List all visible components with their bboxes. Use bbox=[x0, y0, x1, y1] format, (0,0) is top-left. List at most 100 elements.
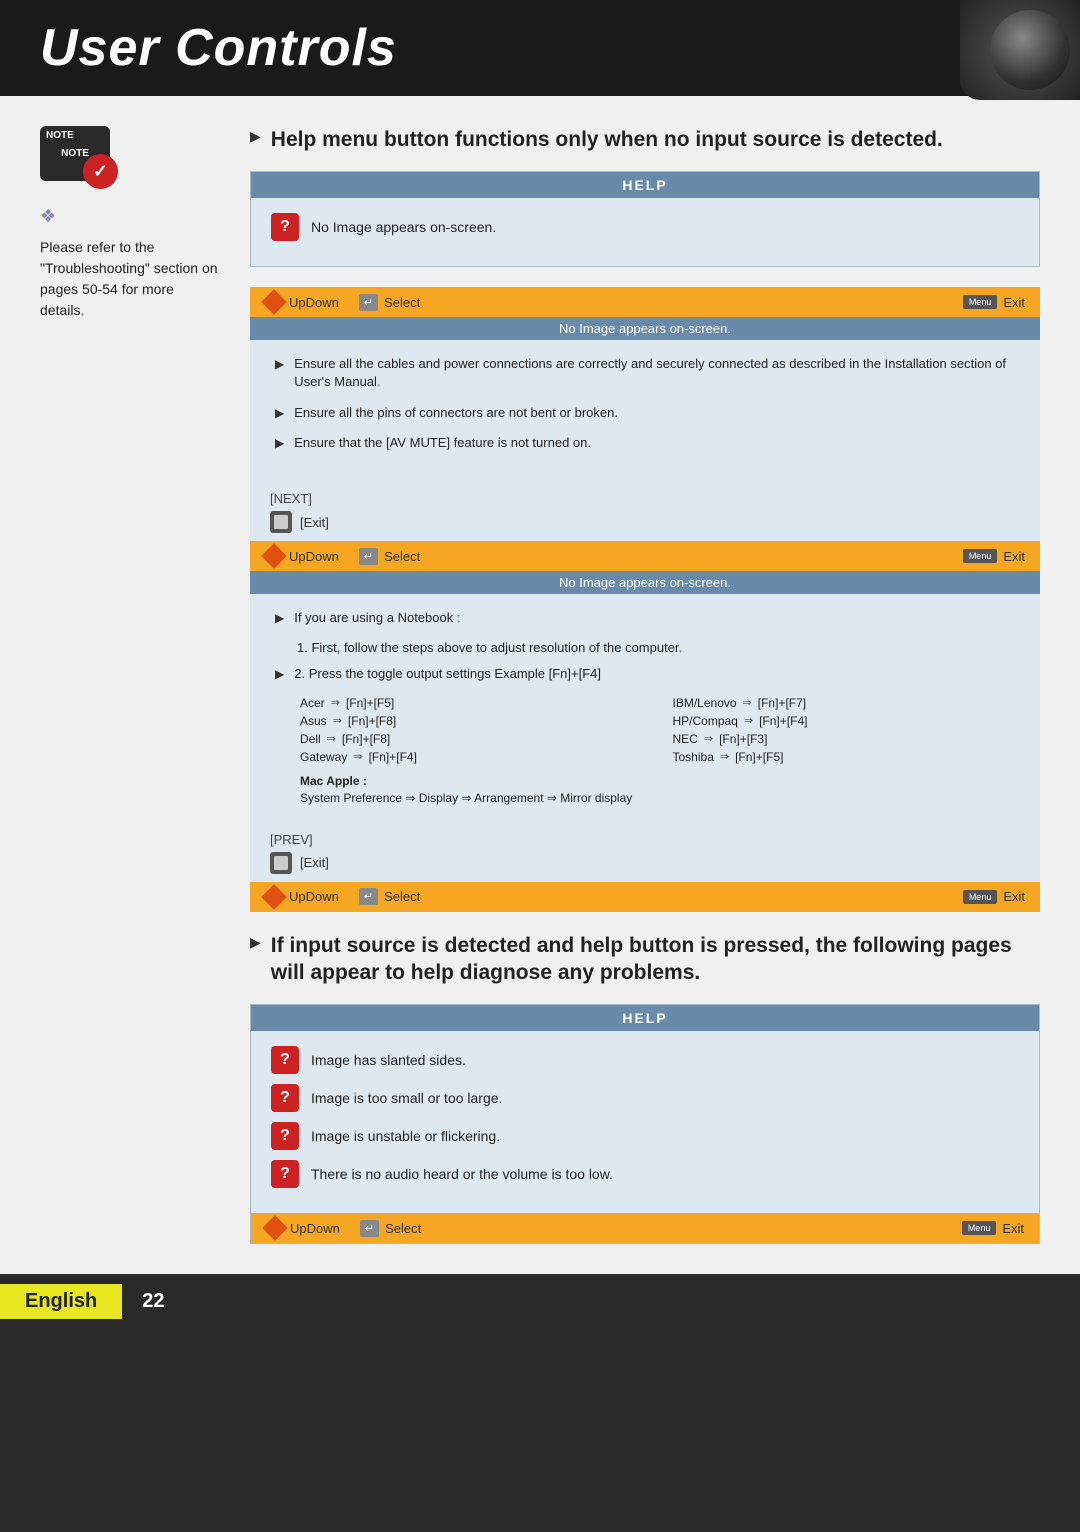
section2-intro: ▶ If input source is detected and help b… bbox=[250, 932, 1040, 987]
bullet-arrow-icon-2: ▶ bbox=[250, 934, 261, 951]
content-bullet-2: ▶ Ensure all the pins of connectors are … bbox=[275, 404, 1015, 422]
help-item-text-audio: There is no audio heard or the volume is… bbox=[311, 1166, 613, 1182]
nav-bar-3: UpDown ↵ Select Menu Exit bbox=[250, 882, 1040, 912]
brand-row-acer: Acer ⇒ [Fn]+[F5] bbox=[300, 696, 643, 710]
status-bar-1: No Image appears on-screen. bbox=[250, 317, 1040, 340]
brands-table: Acer ⇒ [Fn]+[F5] IBM/Lenovo ⇒ [Fn]+[F7] … bbox=[300, 696, 1015, 764]
mac-apple-section: Mac Apple : System Preference ⇒ Display … bbox=[300, 774, 1015, 805]
help-item-size: ? Image is too small or too large. bbox=[271, 1084, 1019, 1112]
page-title: User Controls bbox=[40, 18, 1040, 78]
nav-select-label-4: Select bbox=[385, 1221, 421, 1236]
note-icon: NOTE bbox=[40, 126, 110, 181]
brand-key-asus: [Fn]+[F8] bbox=[348, 714, 396, 728]
nav-updown-3: UpDown bbox=[265, 888, 339, 906]
mac-preference-text: System Preference ⇒ Display ⇒ Arrangemen… bbox=[300, 791, 1015, 805]
note-box: NOTE ❖ Please refer to the "Troubleshoot… bbox=[40, 126, 220, 321]
brand-key-gateway: [Fn]+[F4] bbox=[369, 750, 417, 764]
exit-row-2: [Exit] bbox=[270, 852, 1020, 874]
next-label-1: [NEXT] bbox=[270, 491, 1020, 506]
nav-updown-4: UpDown bbox=[266, 1219, 340, 1237]
help-header-1: HELP bbox=[251, 172, 1039, 198]
nav-exit-label-4: Exit bbox=[1002, 1221, 1024, 1236]
nav-select-1[interactable]: ↵ Select bbox=[359, 294, 420, 311]
content-text-3: Ensure that the [AV MUTE] feature is not… bbox=[294, 434, 591, 452]
brand-name-ibm: IBM/Lenovo bbox=[673, 696, 737, 710]
brand-key-hp: [Fn]+[F4] bbox=[759, 714, 807, 728]
nav-select-4[interactable]: ↵ Select bbox=[360, 1220, 421, 1237]
nav-updown-label-3: UpDown bbox=[289, 889, 339, 904]
page-header: User Controls bbox=[0, 0, 1080, 96]
brand-name-asus: Asus bbox=[300, 714, 327, 728]
content-arrow-1: ▶ bbox=[275, 357, 284, 371]
mac-apple-label: Mac Apple : bbox=[300, 774, 1015, 788]
help-panel-2: HELP ? Image has slanted sides. ? Image … bbox=[250, 1004, 1040, 1244]
content-bullet-notebook-1: ▶ If you are using a Notebook : bbox=[275, 609, 1015, 627]
brand-row-hp: HP/Compaq ⇒ [Fn]+[F4] bbox=[673, 714, 1016, 728]
nav-bar-4: UpDown ↵ Select Menu Exit bbox=[251, 1213, 1039, 1243]
brand-arrow-ibm: ⇒ bbox=[743, 696, 752, 709]
note-label: NOTE bbox=[61, 148, 89, 159]
page-footer: English 22 bbox=[0, 1274, 1080, 1329]
camera-lens bbox=[990, 10, 1070, 90]
brand-arrow-asus: ⇒ bbox=[333, 714, 342, 727]
brand-key-toshiba: [Fn]+[F5] bbox=[735, 750, 783, 764]
nav-menu-btn-4: Menu bbox=[962, 1221, 997, 1235]
help-panel-1: HELP ? No Image appears on-screen. bbox=[250, 171, 1040, 267]
content-text-notebook-2: 2. Press the toggle output settings Exam… bbox=[294, 665, 601, 683]
help-item-text-1: No Image appears on-screen. bbox=[311, 219, 496, 235]
help-q-icon-size: ? bbox=[271, 1084, 299, 1112]
nav-exit-2: Menu Exit bbox=[963, 549, 1025, 564]
section2-intro-text: If input source is detected and help but… bbox=[271, 932, 1040, 987]
exit-label-2: [Exit] bbox=[300, 855, 329, 870]
brand-arrow-gateway: ⇒ bbox=[353, 750, 362, 763]
nav-exit-3: Menu Exit bbox=[963, 889, 1025, 904]
brand-key-acer: [Fn]+[F5] bbox=[346, 696, 394, 710]
nav-select-2[interactable]: ↵ Select bbox=[359, 548, 420, 565]
exit-icon-inner-2 bbox=[274, 856, 288, 870]
brand-arrow-toshiba: ⇒ bbox=[720, 750, 729, 763]
nav-enter-icon-3: ↵ bbox=[359, 888, 378, 905]
help-item-text-slanted: Image has slanted sides. bbox=[311, 1052, 466, 1068]
help-body-2: ? Image has slanted sides. ? Image is to… bbox=[251, 1031, 1039, 1213]
exit-icon-inner-1 bbox=[274, 515, 288, 529]
help-q-icon-unstable: ? bbox=[271, 1122, 299, 1150]
camera-decoration bbox=[960, 0, 1080, 100]
footer-language: English bbox=[0, 1284, 122, 1319]
brand-row-nec: NEC ⇒ [Fn]+[F3] bbox=[673, 732, 1016, 746]
help-item-audio: ? There is no audio heard or the volume … bbox=[271, 1160, 1019, 1188]
nav-bar-2: UpDown ↵ Select Menu Exit bbox=[250, 541, 1040, 571]
nav-select-label-1: Select bbox=[384, 295, 420, 310]
nav-exit-1: Menu Exit bbox=[963, 295, 1025, 310]
content-text-notebook-step1: 1. First, follow the steps above to adju… bbox=[297, 639, 1015, 657]
next-exit-section-1: [NEXT] [Exit] bbox=[250, 479, 1040, 541]
brand-row-ibm: IBM/Lenovo ⇒ [Fn]+[F7] bbox=[673, 696, 1016, 710]
help-q-icon-1: ? bbox=[271, 213, 299, 241]
section1-intro-text: Help menu button functions only when no … bbox=[271, 126, 943, 153]
nav-enter-icon-4: ↵ bbox=[360, 1220, 379, 1237]
nav-updown-label-4: UpDown bbox=[290, 1221, 340, 1236]
nav-bar-1: UpDown ↵ Select Menu Exit bbox=[250, 287, 1040, 317]
brand-name-nec: NEC bbox=[673, 732, 698, 746]
brand-row-asus: Asus ⇒ [Fn]+[F8] bbox=[300, 714, 643, 728]
brand-name-acer: Acer bbox=[300, 696, 325, 710]
brand-row-toshiba: Toshiba ⇒ [Fn]+[F5] bbox=[673, 750, 1016, 764]
help-item-text-size: Image is too small or too large. bbox=[311, 1090, 502, 1106]
brand-arrow-nec: ⇒ bbox=[704, 732, 713, 745]
content-arrow-3: ▶ bbox=[275, 436, 284, 450]
section1-intro: ▶ Help menu button functions only when n… bbox=[250, 126, 1040, 153]
content-text-2: Ensure all the pins of connectors are no… bbox=[294, 404, 618, 422]
exit-row-1: [Exit] bbox=[270, 511, 1020, 533]
nav-updown-2: UpDown bbox=[265, 547, 339, 565]
nav-updown-label-2: UpDown bbox=[289, 549, 339, 564]
footer-page-number: 22 bbox=[122, 1282, 184, 1321]
right-content: ▶ Help menu button functions only when n… bbox=[250, 126, 1040, 1244]
brand-key-dell: [Fn]+[F8] bbox=[342, 732, 390, 746]
nav-enter-icon-1: ↵ bbox=[359, 294, 378, 311]
nav-select-3[interactable]: ↵ Select bbox=[359, 888, 420, 905]
brand-arrow-hp: ⇒ bbox=[744, 714, 753, 727]
exit-icon-box-2 bbox=[270, 852, 292, 874]
note-diamond-icon: ❖ bbox=[40, 206, 56, 227]
brand-arrow-dell: ⇒ bbox=[327, 732, 336, 745]
left-sidebar: NOTE ❖ Please refer to the "Troubleshoot… bbox=[40, 126, 220, 1244]
nav-updown-1: UpDown bbox=[265, 293, 339, 311]
